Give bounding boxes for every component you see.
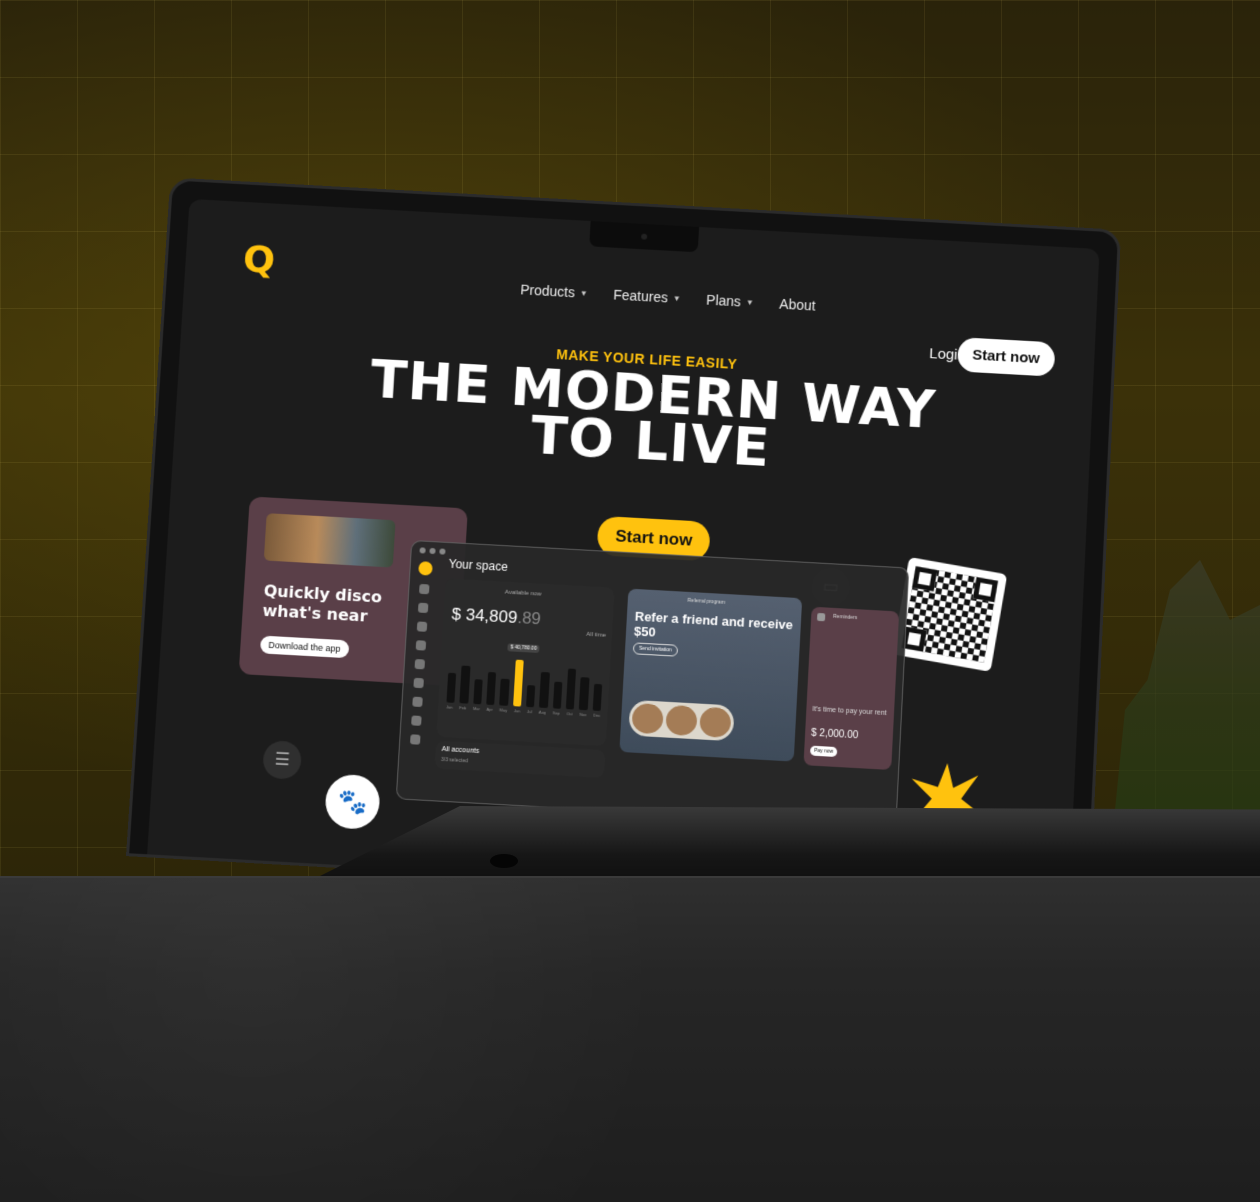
nav-about[interactable]: About bbox=[779, 296, 816, 314]
balance-bar[interactable] bbox=[499, 678, 510, 706]
globe-icon[interactable] bbox=[416, 621, 428, 632]
month-label: May bbox=[499, 707, 508, 713]
month-label: Sep bbox=[552, 710, 560, 716]
available-label: Available now bbox=[504, 589, 542, 598]
referral-title: Refer a friend and receive $50 bbox=[633, 608, 794, 640]
chevron-down-icon: ▼ bbox=[745, 297, 754, 307]
window-controls[interactable] bbox=[419, 547, 446, 555]
plane-icon[interactable] bbox=[414, 658, 426, 670]
reminder-label: Reminders bbox=[832, 613, 858, 622]
docs-icon[interactable] bbox=[413, 677, 424, 689]
home-icon[interactable] bbox=[419, 583, 430, 595]
balance-bar[interactable] bbox=[459, 665, 471, 704]
month-label: Nov bbox=[579, 711, 587, 718]
bell-icon bbox=[816, 612, 826, 622]
app-sidebar bbox=[406, 561, 435, 745]
nav-label: About bbox=[778, 295, 816, 314]
referral-card: Referral program Refer a friend and rece… bbox=[619, 588, 803, 762]
pay-now-button[interactable]: Pay now bbox=[809, 745, 838, 758]
paw-icon[interactable] bbox=[412, 696, 423, 708]
puzzle-icon[interactable] bbox=[411, 715, 422, 726]
app-title: Your space bbox=[448, 556, 509, 574]
month-label: Dec bbox=[593, 712, 601, 718]
friends-avatars bbox=[628, 699, 735, 742]
month-label: Jun bbox=[513, 708, 521, 714]
month-label: Jan bbox=[446, 704, 453, 710]
nav-label: Products bbox=[519, 281, 576, 301]
month-label: Apr bbox=[486, 706, 493, 712]
referral-label: Referral program bbox=[687, 597, 726, 606]
nav-label: Plans bbox=[705, 291, 742, 310]
balance-bar[interactable] bbox=[486, 671, 497, 706]
brand-logo[interactable]: Q bbox=[242, 237, 277, 282]
chevron-down-icon: ▼ bbox=[579, 288, 588, 298]
chevron-down-icon: ▼ bbox=[672, 293, 681, 303]
balance-panel: Available now $ 34,809.89 All time $ 40,… bbox=[436, 578, 615, 747]
balance-value: $ 34,809.89 bbox=[451, 604, 542, 629]
paw-icon[interactable]: 🐾 bbox=[323, 773, 382, 831]
nav-products[interactable]: Products ▼ bbox=[520, 282, 588, 301]
balance-bar[interactable] bbox=[446, 672, 457, 703]
download-app-button[interactable]: Download the app bbox=[259, 635, 349, 659]
qr-code bbox=[892, 556, 1008, 672]
balance-bar[interactable] bbox=[579, 677, 590, 711]
accounts-selected: 3/3 selected bbox=[440, 756, 469, 765]
balance-bar[interactable] bbox=[565, 668, 577, 710]
cards-icon[interactable] bbox=[417, 602, 429, 614]
concrete-surface bbox=[0, 876, 1260, 1202]
time-filter[interactable]: All time bbox=[586, 632, 606, 639]
laptop: Q Products ▼ Features ▼ Plans ▼ About Lo… bbox=[126, 177, 1122, 910]
camera-notch bbox=[588, 220, 699, 253]
balance-bar[interactable] bbox=[512, 659, 524, 707]
start-now-header-button[interactable]: Start now bbox=[956, 337, 1056, 377]
month-label: Jul bbox=[526, 708, 533, 715]
balance-bar[interactable] bbox=[592, 683, 603, 712]
nav-features[interactable]: Features ▼ bbox=[613, 287, 681, 306]
bell-icon[interactable] bbox=[409, 734, 421, 745]
balance-bar[interactable] bbox=[552, 681, 563, 709]
nav-plans[interactable]: Plans ▼ bbox=[706, 292, 754, 310]
food-icon[interactable]: ☰ bbox=[262, 740, 303, 780]
send-invitation-button[interactable]: Send invitation bbox=[632, 642, 678, 657]
balance-bar-chart bbox=[446, 648, 603, 712]
month-label: Feb bbox=[459, 705, 467, 711]
hero-headline: THE MODERN WAY TO LIVE bbox=[368, 347, 938, 479]
reminder-text: It's time to pay your rent bbox=[812, 705, 887, 717]
balance-bar[interactable] bbox=[472, 679, 483, 705]
reminder-card: Reminders It's time to pay your rent $ 2… bbox=[803, 606, 900, 771]
accounts-label: All accounts bbox=[441, 745, 480, 756]
laptop-screen: Q Products ▼ Features ▼ Plans ▼ About Lo… bbox=[147, 198, 1100, 906]
balance-bar[interactable] bbox=[525, 685, 536, 708]
nav-label: Features bbox=[612, 286, 669, 306]
main-nav: Products ▼ Features ▼ Plans ▼ About bbox=[520, 282, 816, 314]
bag-icon[interactable] bbox=[415, 640, 427, 651]
accounts-select[interactable]: All accounts 3/3 selected bbox=[434, 740, 606, 778]
month-label: Mar bbox=[472, 705, 480, 712]
app-window: Your space Available now $ 34,809.89 All… bbox=[395, 539, 910, 828]
month-label: Aug bbox=[538, 709, 547, 715]
app-logo-icon[interactable] bbox=[418, 561, 433, 576]
balance-bar[interactable] bbox=[539, 672, 550, 709]
month-label: Oct bbox=[566, 711, 573, 717]
reminder-amount: $ 2,000.00 bbox=[810, 727, 859, 742]
city-photo bbox=[263, 513, 396, 568]
